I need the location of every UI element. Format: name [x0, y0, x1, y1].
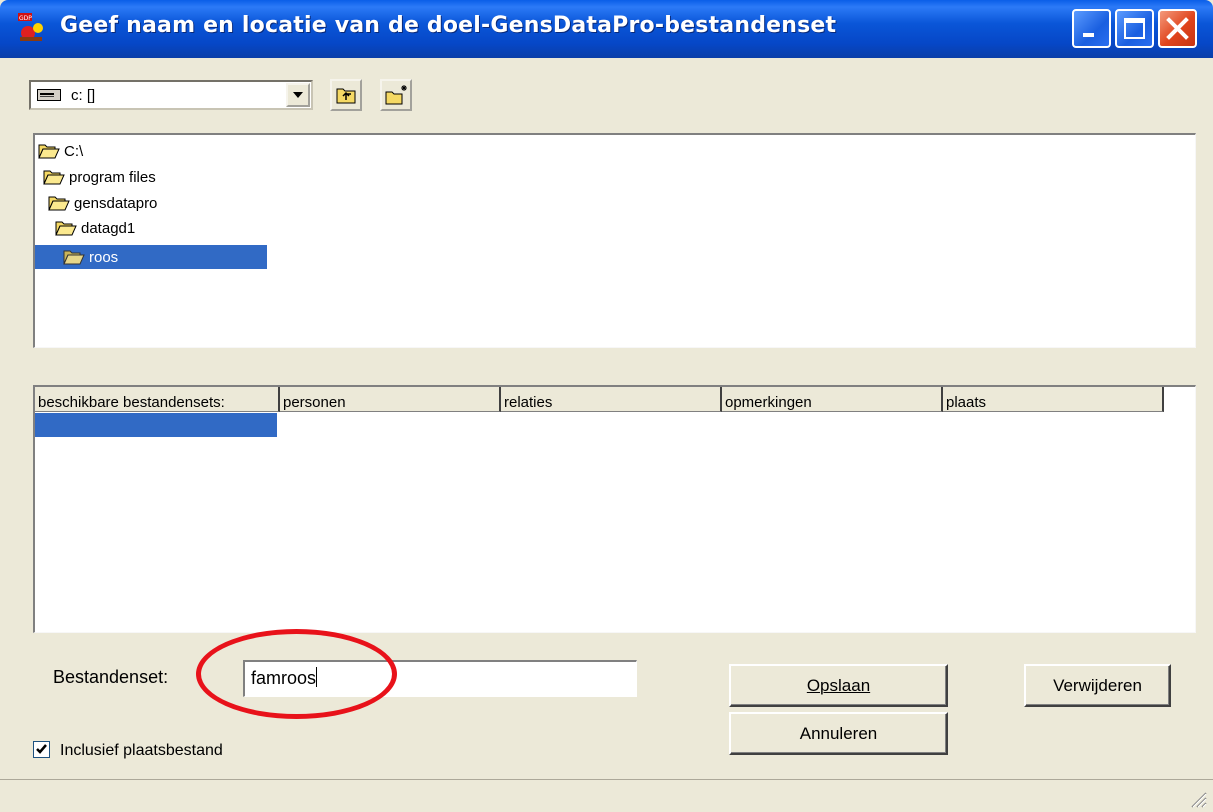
cancel-button[interactable]: Annuleren [729, 712, 948, 755]
tree-item-label: C:\ [64, 142, 84, 160]
cancel-button-label: Annuleren [799, 723, 878, 743]
folder-tree[interactable]: C:\ program files gensdatapro datagd1 ro… [33, 133, 1196, 348]
include-plaatsbestand-label[interactable]: Inclusief plaatsbestand [60, 742, 223, 760]
delete-button-label: Verwijderen [1053, 675, 1142, 695]
resize-grip-icon[interactable] [1189, 790, 1207, 808]
open-folder-icon [43, 170, 65, 185]
minimize-button[interactable] [1072, 9, 1111, 48]
folder-up-icon [336, 88, 356, 104]
close-button[interactable] [1158, 9, 1197, 48]
bestandensets-list[interactable]: beschikbare bestandensets: personen rela… [33, 385, 1196, 633]
delete-button[interactable]: Verwijderen [1024, 664, 1171, 707]
status-bar [0, 779, 1213, 812]
drive-icon [37, 89, 61, 101]
open-folder-icon [38, 144, 60, 159]
tree-item-program-files[interactable]: program files [43, 165, 156, 189]
tree-item-gensdatapro[interactable]: gensdatapro [48, 191, 157, 215]
tree-item-datagd1[interactable]: datagd1 [55, 216, 135, 240]
save-button[interactable]: O Opslaan [729, 664, 948, 707]
gensdatapro-app-icon: GDP [18, 13, 43, 41]
minimize-icon [1083, 33, 1094, 37]
tree-item-c-root[interactable]: C:\ [38, 139, 83, 163]
column-header-opmerkingen[interactable]: opmerkingen [722, 387, 943, 412]
svg-text:GDP: GDP [19, 15, 32, 22]
open-folder-icon [48, 196, 70, 211]
drive-combo[interactable]: c: [] [29, 80, 313, 110]
maximize-button[interactable] [1115, 9, 1154, 48]
window-title: Geef naam en locatie van de doel-GensDat… [60, 13, 837, 38]
include-plaatsbestand-checkbox[interactable] [33, 741, 50, 758]
drive-combo-dropdown-button[interactable] [286, 83, 310, 107]
open-folder-icon [55, 221, 77, 236]
new-folder-button[interactable] [380, 79, 412, 111]
new-folder-icon [385, 85, 407, 105]
column-header-plaats[interactable]: plaats [943, 387, 1164, 412]
folder-up-button[interactable] [330, 79, 362, 111]
tree-item-roos[interactable]: roos [35, 245, 267, 269]
column-header-relaties[interactable]: relaties [501, 387, 722, 412]
list-selection-row[interactable] [35, 413, 277, 437]
column-header-personen[interactable]: personen [280, 387, 501, 412]
close-icon [1166, 17, 1189, 40]
checkmark-icon [36, 744, 47, 754]
save-button-label: Opslaan [806, 675, 871, 695]
tree-item-label: gensdatapro [74, 194, 158, 212]
maximize-icon [1124, 18, 1145, 39]
title-bar[interactable]: GDP Geef naam en locatie van de doel-Gen… [0, 0, 1213, 58]
drive-combo-value: c: [] [71, 87, 96, 104]
bestandenset-label: Bestandenset: [53, 667, 169, 687]
tree-item-label: program files [69, 168, 156, 186]
tree-item-label: roos [89, 248, 119, 266]
tree-item-label: datagd1 [81, 219, 136, 237]
chevron-down-icon [293, 92, 303, 98]
open-folder-icon [63, 250, 85, 265]
column-header-bestandensets[interactable]: beschikbare bestandensets: [35, 387, 280, 412]
highlight-annotation-oval [196, 629, 397, 719]
